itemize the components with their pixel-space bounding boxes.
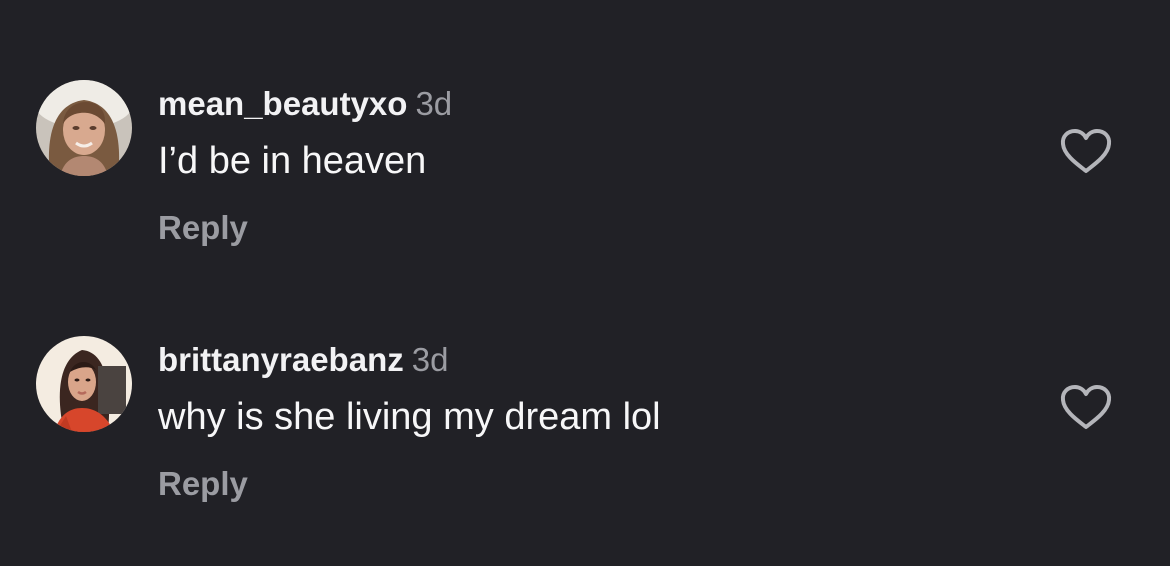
- comment-text: I’d be in heaven: [158, 140, 427, 182]
- reply-button[interactable]: Reply: [158, 464, 248, 504]
- comment-timestamp: 3d: [415, 85, 453, 122]
- avatar-photo: [36, 336, 132, 432]
- comment-header: mean_beautyxo 3d: [158, 84, 452, 124]
- comment-header: brittanyraebanz 3d: [158, 340, 448, 380]
- heart-outline-icon: [1060, 129, 1112, 173]
- comment-text: why is she living my dream lol: [158, 396, 661, 438]
- avatar[interactable]: [36, 80, 132, 176]
- comment-item: mean_beautyxo 3d I’d be in heaven Reply: [0, 80, 1170, 310]
- username-link[interactable]: brittanyraebanz: [158, 341, 404, 378]
- like-button[interactable]: [1058, 384, 1114, 432]
- avatar[interactable]: [36, 336, 132, 432]
- username-link[interactable]: mean_beautyxo: [158, 85, 407, 122]
- heart-outline-icon: [1060, 385, 1112, 429]
- like-button[interactable]: [1058, 128, 1114, 176]
- comment-timestamp: 3d: [411, 341, 449, 378]
- comment-item: brittanyraebanz 3d why is she living my d…: [0, 336, 1170, 566]
- reply-button[interactable]: Reply: [158, 208, 248, 248]
- avatar-photo: [36, 80, 132, 176]
